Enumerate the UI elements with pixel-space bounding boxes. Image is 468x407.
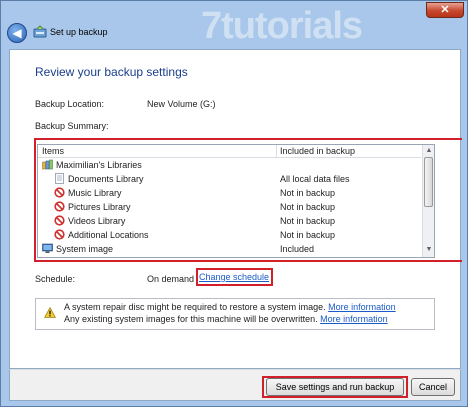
warning-icon xyxy=(44,307,56,318)
schedule-value: On demand xyxy=(147,274,195,284)
not-included-icon xyxy=(54,201,65,212)
warning-box: A system repair disc might be required t… xyxy=(35,298,435,330)
not-included-icon xyxy=(54,187,65,198)
back-button[interactable]: ◀ xyxy=(7,23,27,43)
scroll-down-icon[interactable]: ▼ xyxy=(424,245,434,255)
row-item-name: System image xyxy=(56,244,114,254)
row-status: Not in backup xyxy=(280,188,336,198)
backup-icon xyxy=(33,25,47,38)
table-header: Items Included in backup xyxy=(38,145,421,158)
backup-location-value: New Volume (G:) xyxy=(147,99,216,109)
table-row[interactable]: Documents Library All local data files xyxy=(38,172,421,186)
table-scrollbar[interactable]: ▲ ▼ xyxy=(422,145,434,257)
window-title: Set up backup xyxy=(50,27,108,37)
table-row[interactable]: Music Library Not in backup xyxy=(38,186,421,200)
schedule-label: Schedule: xyxy=(35,274,76,284)
row-status: Not in backup xyxy=(280,216,336,226)
title-bar: 7tutorials ◀ Set up backup ✕ xyxy=(1,1,467,49)
change-schedule-link[interactable]: Change schedule xyxy=(199,272,269,282)
backup-summary-label: Backup Summary: xyxy=(35,121,109,131)
row-status: Included xyxy=(280,244,315,254)
table-row[interactable]: Pictures Library Not in backup xyxy=(38,200,421,214)
scroll-up-icon[interactable]: ▲ xyxy=(424,146,434,156)
back-arrow-icon: ◀ xyxy=(12,26,22,40)
scroll-thumb[interactable] xyxy=(424,157,433,207)
row-status: Not in backup xyxy=(280,202,336,212)
table-row[interactable]: System image Included xyxy=(38,242,421,256)
row-status: Not in backup xyxy=(280,230,336,240)
content-panel: Review your backup settings Backup Locat… xyxy=(9,49,462,369)
warning-text-2: Any existing system images for this mach… xyxy=(64,314,318,324)
warning-text-1: A system repair disc might be required t… xyxy=(64,302,326,312)
not-included-icon xyxy=(54,229,65,240)
not-included-icon xyxy=(54,215,65,226)
watermark: 7tutorials xyxy=(201,5,363,47)
backup-location-label: Backup Location: xyxy=(35,99,105,109)
save-and-run-backup-button[interactable]: Save settings and run backup xyxy=(266,378,404,396)
table-row[interactable]: Videos Library Not in backup xyxy=(38,214,421,228)
table-row[interactable]: Maximilian's Libraries xyxy=(38,158,421,172)
row-item-name: Additional Locations xyxy=(68,230,149,240)
library-icon xyxy=(55,173,64,184)
libraries-icon xyxy=(42,159,53,170)
column-divider xyxy=(276,145,277,157)
column-header-items[interactable]: Items xyxy=(42,146,64,156)
row-item-name: Documents Library xyxy=(68,174,144,184)
warning-line-2: Any existing system images for this mach… xyxy=(64,314,388,324)
close-icon: ✕ xyxy=(440,4,450,16)
close-button[interactable]: ✕ xyxy=(426,2,464,18)
system-image-icon xyxy=(42,243,53,253)
warning-line-1: A system repair disc might be required t… xyxy=(64,302,396,312)
row-item-name: Maximilian's Libraries xyxy=(56,160,142,170)
backup-summary-table[interactable]: Items Included in backup Maximilian's Li… xyxy=(37,144,435,258)
column-header-included[interactable]: Included in backup xyxy=(280,146,355,156)
row-status: All local data files xyxy=(280,174,350,184)
page-title: Review your backup settings xyxy=(35,65,188,79)
row-item-name: Pictures Library xyxy=(68,202,131,212)
table-row[interactable]: Additional Locations Not in backup xyxy=(38,228,421,242)
backup-window: 7tutorials ◀ Set up backup ✕ Review your… xyxy=(0,0,468,407)
row-item-name: Videos Library xyxy=(68,216,126,226)
cancel-button[interactable]: Cancel xyxy=(411,378,455,396)
more-information-link-2[interactable]: More information xyxy=(320,314,388,324)
dialog-footer: Save settings and run backup Cancel xyxy=(9,369,461,401)
row-item-name: Music Library xyxy=(68,188,122,198)
more-information-link-1[interactable]: More information xyxy=(328,302,396,312)
